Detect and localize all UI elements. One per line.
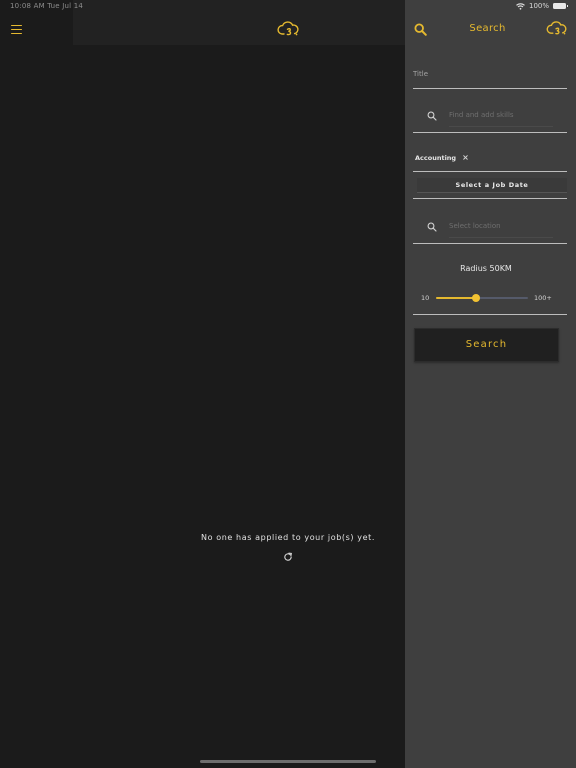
- slider-thumb[interactable]: [472, 294, 481, 302]
- radius-slider[interactable]: [436, 292, 528, 304]
- status-time: 10:08 AM Tue Jul 14: [10, 2, 84, 10]
- close-icon[interactable]: ×: [462, 154, 469, 162]
- slider-fill: [436, 297, 477, 299]
- location-divider: [413, 243, 567, 244]
- date-divider: [413, 198, 567, 199]
- title-field[interactable]: Title: [413, 70, 428, 78]
- search-icon: [427, 222, 437, 232]
- battery-icon: [553, 3, 568, 9]
- location-search-placeholder: Select location: [449, 222, 501, 230]
- skills-search-placeholder: Find and add skills: [449, 111, 514, 119]
- wifi-icon: [516, 2, 525, 10]
- radius-divider: [413, 314, 567, 315]
- battery-percent: 100%: [528, 2, 549, 10]
- select-job-date-button[interactable]: Select a Job Date: [417, 178, 567, 193]
- main-content: No one has applied to your job(s) yet.: [0, 0, 405, 768]
- menu-icon[interactable]: [11, 25, 22, 34]
- search-panel-header: Search: [405, 14, 576, 45]
- skills-divider: [413, 132, 567, 133]
- refresh-icon[interactable]: [283, 552, 293, 562]
- skills-search-input[interactable]: Find and add skills: [413, 105, 558, 127]
- chips-divider: [413, 171, 567, 172]
- home-indicator: [200, 760, 376, 763]
- search-button[interactable]: Search: [414, 328, 559, 362]
- skill-chip-label: Accounting: [415, 154, 457, 162]
- search-panel: Search Title Find and add skills Account…: [405, 0, 576, 768]
- search-icon: [427, 111, 437, 121]
- title-field-underline: [413, 88, 567, 89]
- slider-max-label: 100+: [534, 294, 552, 302]
- location-search-input[interactable]: Select location: [413, 216, 558, 238]
- skill-chip: Accounting ×: [415, 152, 469, 164]
- status-indicators: 100%: [516, 2, 568, 10]
- brand-logo[interactable]: [546, 21, 568, 36]
- status-bar: 10:08 AM Tue Jul 14 100%: [0, 0, 576, 14]
- radius-label: Radius 50KM: [460, 264, 512, 273]
- brand-logo: [277, 21, 299, 36]
- slider-min-label: 10: [421, 294, 430, 302]
